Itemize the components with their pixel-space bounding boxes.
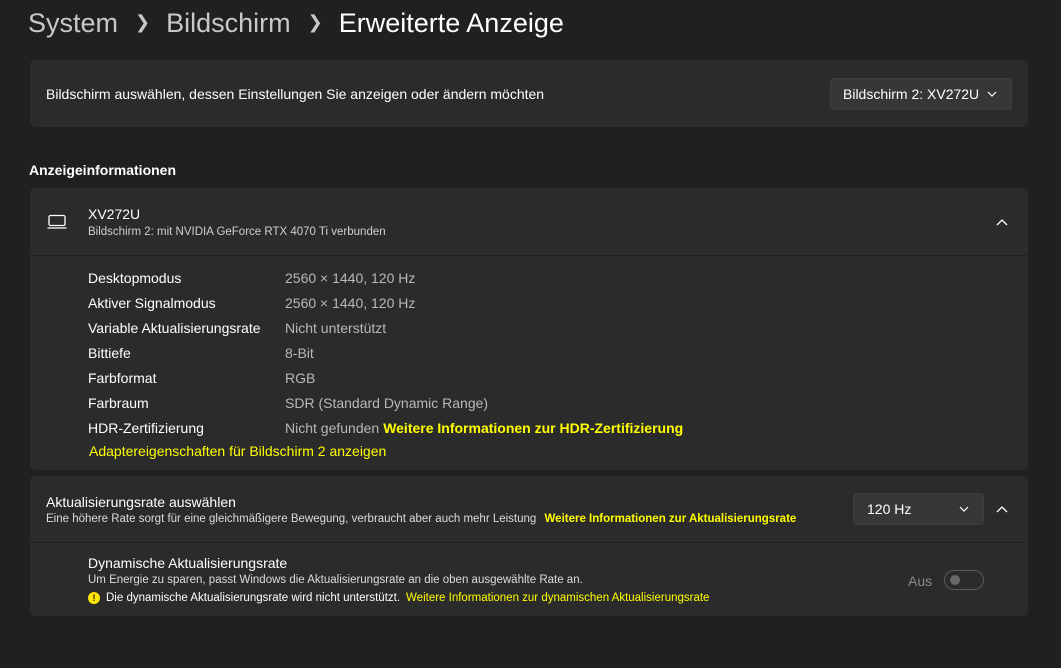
info-key: Bittiefe (88, 344, 131, 361)
hdr-certification-link[interactable]: Weitere Informationen zur HDR-Zertifizie… (383, 420, 683, 436)
breadcrumb-system[interactable]: System (28, 8, 118, 39)
monitor-select-card: Bildschirm auswählen, dessen Einstellung… (30, 60, 1028, 127)
refresh-rate-subtitle: Eine höhere Rate sorgt für eine gleichmä… (46, 513, 796, 525)
adapter-properties-link[interactable]: Adaptereigenschaften für Bildschirm 2 an… (89, 443, 386, 459)
chevron-down-icon (959, 506, 969, 512)
info-key: Variable Aktualisierungsrate (88, 319, 261, 336)
info-row-desktop-mode: Desktopmodus 2560 × 1440, 120 Hz (88, 265, 683, 290)
dynamic-refresh-rate-card: Dynamische Aktualisierungsrate Um Energi… (30, 543, 1028, 616)
info-key: Farbformat (88, 369, 157, 386)
monitor-subtitle: Bildschirm 2: mit NVIDIA GeForce RTX 407… (88, 226, 386, 238)
info-key: HDR-Zertifizierung (88, 419, 204, 436)
info-value: RGB (285, 369, 316, 386)
dynamic-refresh-rate-toggle[interactable] (944, 570, 984, 590)
display-info-card: XV272U Bildschirm 2: mit NVIDIA GeForce … (30, 188, 1028, 470)
info-row-color-space: Farbraum SDR (Standard Dynamic Range) (88, 390, 683, 415)
monitor-select-label: Bildschirm auswählen, dessen Einstellung… (46, 86, 545, 102)
toggle-knob (950, 575, 960, 585)
display-info-header[interactable]: XV272U Bildschirm 2: mit NVIDIA GeForce … (30, 188, 1028, 256)
section-title-display-info: Anzeigeinformationen (29, 162, 177, 178)
monitor-name: XV272U (88, 206, 141, 222)
dynamic-refresh-rate-subtitle: Um Energie zu sparen, passt Windows die … (88, 574, 583, 586)
info-value: 8-Bit (285, 344, 314, 361)
dynamic-refresh-rate-title: Dynamische Aktualisierungsrate (88, 555, 288, 571)
info-value: SDR (Standard Dynamic Range) (285, 394, 489, 411)
refresh-rate-dropdown[interactable]: 120 Hz (853, 493, 984, 525)
chevron-right-icon: ❯ (135, 11, 151, 32)
chevron-up-icon[interactable] (996, 218, 1008, 226)
warning-icon: ! (88, 592, 100, 604)
info-key: Desktopmodus (88, 269, 182, 286)
breadcrumb: System ❯ Bildschirm ❯ Erweiterte Anzeige (28, 4, 564, 42)
dynamic-refresh-rate-warning: ! Die dynamische Aktualisierungsrate wir… (88, 592, 709, 604)
info-value: 2560 × 1440, 120 Hz (285, 269, 416, 286)
breadcrumb-bildschirm[interactable]: Bildschirm (166, 8, 291, 39)
info-row-active-signal-mode: Aktiver Signalmodus 2560 × 1440, 120 Hz (88, 290, 683, 315)
chevron-down-icon (987, 91, 997, 97)
info-value: Nicht unterstützt (285, 319, 387, 336)
refresh-rate-info-link[interactable]: Weitere Informationen zur Aktualisierung… (545, 513, 797, 525)
info-key: Aktiver Signalmodus (88, 294, 216, 311)
monitor-icon (47, 214, 67, 229)
page-title: Erweiterte Anzeige (338, 7, 564, 38)
dynamic-refresh-rate-info-link[interactable]: Weitere Informationen zur dynamischen Ak… (406, 592, 709, 604)
refresh-rate-dropdown-value: 120 Hz (867, 501, 912, 517)
refresh-rate-title: Aktualisierungsrate auswählen (46, 494, 236, 510)
chevron-right-icon: ❯ (307, 11, 323, 32)
monitor-dropdown[interactable]: Bildschirm 2: XV272U (830, 78, 1012, 110)
info-row-bit-depth: Bittiefe 8-Bit (88, 340, 683, 365)
refresh-rate-card: Aktualisierungsrate auswählen Eine höher… (30, 476, 1028, 542)
refresh-rate-description: Eine höhere Rate sorgt für eine gleichmä… (46, 513, 537, 525)
display-info-list: Desktopmodus 2560 × 1440, 120 Hz Aktiver… (88, 265, 683, 440)
info-row-variable-refresh-rate: Variable Aktualisierungsrate Nicht unter… (88, 315, 683, 340)
chevron-up-icon[interactable] (996, 505, 1008, 513)
info-row-hdr-certification: HDR-Zertifizierung Nicht gefunden Weiter… (88, 415, 683, 440)
info-key: Farbraum (88, 394, 149, 411)
info-value: 2560 × 1440, 120 Hz (285, 294, 416, 311)
info-value: Nicht gefunden (285, 419, 380, 436)
info-row-color-format: Farbformat RGB (88, 365, 683, 390)
monitor-dropdown-value: Bildschirm 2: XV272U (843, 86, 980, 102)
toggle-state-label: Aus (908, 573, 933, 589)
warning-text: Die dynamische Aktualisierungsrate wird … (106, 592, 401, 604)
